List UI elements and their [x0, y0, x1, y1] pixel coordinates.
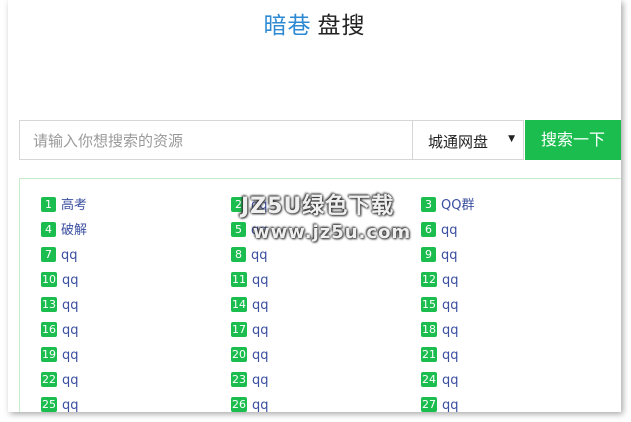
- hot-item-label: qq: [252, 298, 269, 313]
- rank-badge: 6: [421, 222, 436, 237]
- hot-item[interactable]: 21 qq: [421, 347, 459, 365]
- page-frame: 暗巷盘搜 城通网盘 ▼ 搜索一下 1 高考 2 qq 3 QQ群 4 破解 5 qq 6 qq 7 qq 8…: [8, 0, 621, 412]
- hot-search-panel: 1 高考 2 qq 3 QQ群 4 破解 5 qq 6 qq 7 qq 8 qq 9 qq 10 qq 11 qq 12 qq…: [19, 178, 621, 412]
- rank-badge: 15: [421, 297, 437, 312]
- source-select[interactable]: 城通网盘 ▼: [413, 120, 524, 160]
- rank-badge: 25: [41, 397, 57, 412]
- hot-item[interactable]: 14 qq: [231, 297, 269, 315]
- rank-badge: 9: [421, 247, 436, 262]
- hot-item-label: qq: [442, 323, 459, 338]
- rank-badge: 12: [421, 272, 437, 287]
- rank-badge: 8: [231, 247, 246, 262]
- rank-badge: 3: [421, 197, 436, 212]
- hot-item[interactable]: 17 qq: [231, 322, 269, 340]
- hot-item[interactable]: 9 qq: [421, 247, 458, 265]
- hot-item[interactable]: 27 qq: [421, 397, 459, 412]
- rank-badge: 11: [231, 272, 247, 287]
- rank-badge: 23: [231, 372, 247, 387]
- hot-item[interactable]: 8 qq: [231, 247, 268, 265]
- hot-item[interactable]: 11 qq: [231, 272, 269, 290]
- rank-badge: 5: [231, 222, 246, 237]
- hot-item-label: 高考: [61, 198, 88, 213]
- hot-item-label: qq: [442, 298, 459, 313]
- rank-badge: 13: [41, 297, 57, 312]
- search-button[interactable]: 搜索一下: [525, 120, 621, 160]
- hot-item-label: qq: [442, 398, 459, 412]
- rank-badge: 14: [231, 297, 247, 312]
- hot-item-label: qq: [62, 273, 79, 288]
- hot-item[interactable]: 5 qq: [231, 222, 268, 240]
- rank-badge: 2: [231, 197, 246, 212]
- hot-item[interactable]: 18 qq: [421, 322, 459, 340]
- hot-item[interactable]: 23 qq: [231, 372, 269, 390]
- chevron-down-icon: ▼: [508, 134, 515, 144]
- hot-item[interactable]: 22 qq: [41, 372, 79, 390]
- hot-item[interactable]: 13 qq: [41, 297, 79, 315]
- source-select-value: 城通网盘: [428, 133, 489, 151]
- rank-badge: 27: [421, 397, 437, 412]
- hot-item-label: qq: [251, 223, 268, 238]
- hot-item[interactable]: 2 qq: [231, 197, 268, 215]
- rank-badge: 17: [231, 322, 247, 337]
- hot-item-label: qq: [252, 348, 269, 363]
- hot-item-label: qq: [252, 273, 269, 288]
- hot-item[interactable]: 24 qq: [421, 372, 459, 390]
- site-logo[interactable]: 暗巷 盘搜: [8, 6, 621, 40]
- rank-badge: 7: [41, 247, 56, 262]
- hot-item-label: qq: [62, 298, 79, 313]
- hot-item-label: qq: [252, 398, 269, 412]
- hot-item-label: qq: [441, 248, 458, 263]
- hot-item-label: qq: [62, 398, 79, 412]
- hot-item-label: qq: [62, 323, 79, 338]
- rank-badge: 16: [41, 322, 57, 337]
- rank-badge: 26: [231, 397, 247, 412]
- hot-item-label: qq: [442, 348, 459, 363]
- hot-item-label: QQ群: [441, 198, 475, 213]
- rank-badge: 10: [41, 272, 57, 287]
- hot-item-label: qq: [61, 248, 78, 263]
- search-input[interactable]: [31, 121, 405, 161]
- hot-item-label: qq: [251, 198, 268, 213]
- rank-badge: 21: [421, 347, 437, 362]
- hot-item-label: 破解: [61, 223, 88, 238]
- hot-item[interactable]: 4 破解: [41, 222, 87, 240]
- hot-item[interactable]: 15 qq: [421, 297, 459, 315]
- hot-item[interactable]: 12 qq: [421, 272, 459, 290]
- hot-item-label: qq: [62, 373, 79, 388]
- rank-badge: 24: [421, 372, 437, 387]
- rank-badge: 22: [41, 372, 57, 387]
- hot-item-label: qq: [442, 373, 459, 388]
- search-input-wrapper: [19, 120, 413, 161]
- hot-item[interactable]: 16 qq: [41, 322, 79, 340]
- hot-item-label: qq: [441, 223, 458, 238]
- rank-badge: 18: [421, 322, 437, 337]
- hot-item-label: qq: [252, 323, 269, 338]
- rank-badge: 4: [41, 222, 56, 237]
- search-bar: 城通网盘 ▼ 搜索一下: [19, 120, 621, 161]
- hot-item-label: qq: [442, 273, 459, 288]
- logo-part-1: 暗巷: [263, 13, 312, 39]
- rank-badge: 1: [41, 197, 56, 212]
- hot-item-label: qq: [62, 348, 79, 363]
- rank-badge: 19: [41, 347, 57, 362]
- hot-item-label: qq: [252, 373, 269, 388]
- hot-item[interactable]: 10 qq: [41, 272, 79, 290]
- hot-item-label: qq: [251, 248, 268, 263]
- hot-item[interactable]: 6 qq: [421, 222, 458, 240]
- hot-item[interactable]: 20 qq: [231, 347, 269, 365]
- rank-badge: 20: [231, 347, 247, 362]
- hot-item[interactable]: 26 qq: [231, 397, 269, 412]
- hot-item[interactable]: 1 高考: [41, 197, 87, 215]
- hot-item[interactable]: 19 qq: [41, 347, 79, 365]
- hot-item[interactable]: 3 QQ群: [421, 197, 474, 215]
- hot-item[interactable]: 25 qq: [41, 397, 79, 412]
- hot-item[interactable]: 7 qq: [41, 247, 78, 265]
- logo-part-2: 盘搜: [317, 13, 366, 39]
